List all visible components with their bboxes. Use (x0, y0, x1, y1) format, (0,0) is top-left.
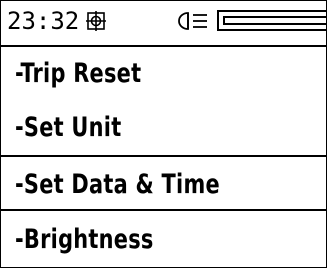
menu-item-label: -Trip Reset (15, 58, 142, 89)
menu-item-label: -Set Data & Time (15, 169, 220, 200)
status-bar: 23:32 (1, 1, 327, 47)
clock-time: 23:32 (7, 7, 80, 35)
battery-level (223, 16, 327, 25)
menu-item-set-unit[interactable]: -Set Unit (1, 101, 326, 155)
menu-item-brightness[interactable]: -Brightness (1, 213, 326, 267)
battery-icon (217, 10, 327, 31)
menu-item-label: -Set Unit (15, 112, 122, 143)
light-icon (178, 12, 207, 30)
menu-item-set-data-time[interactable]: -Set Data & Time (1, 155, 326, 211)
gps-icon (86, 11, 106, 31)
device-screen: 23:32 -Trip Reset -Set Unit -Set Data & … (0, 0, 327, 268)
menu-item-trip-reset[interactable]: -Trip Reset (1, 47, 326, 101)
menu-item-label: -Brightness (15, 224, 154, 255)
